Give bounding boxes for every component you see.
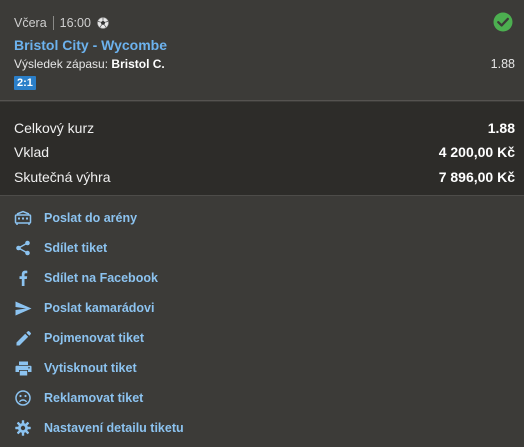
arena-icon [14,209,32,227]
facebook-icon [14,269,32,287]
send-icon [14,299,32,317]
total-odds-label: Celkový kurz [14,120,95,136]
pencil-icon [14,329,32,347]
action-label: Reklamovat tiket [44,391,144,405]
result-pick: Bristol C. [111,57,165,71]
ticket-detail-settings-button[interactable]: Nastavení detailu tiketu [14,417,314,439]
action-label: Sdílet na Facebook [44,271,158,285]
rename-ticket-button[interactable]: Pojmenovat tiket [14,327,314,349]
claim-ticket-button[interactable]: Reklamovat tiket [14,387,314,409]
share-icon [14,239,32,257]
summary-stake: Vklad 4 200,00 Kč [14,142,515,162]
action-label: Sdílet tiket [44,241,108,255]
gear-icon [14,419,32,437]
ticket-summary: Celkový kurz 1.88 Vklad 4 200,00 Kč Skut… [0,102,524,196]
send-to-arena-button[interactable]: Poslat do arény [14,207,314,229]
score-badge: 2:1 [14,76,36,90]
summary-win: Skutečná výhra 7 896,00 Kč [14,167,515,187]
check-circle-icon [493,12,513,32]
action-label: Nastavení detailu tiketu [44,421,184,435]
share-ticket-button[interactable]: Sdílet tiket [14,237,314,259]
bet-day: Včera [14,16,47,30]
ticket-actions: Poslat do arény Sdílet tiket Sdílet na F… [0,197,524,447]
action-label: Pojmenovat tiket [44,331,145,345]
bet-row: Včera 16:00 Bristol City - Wycombe Výsle… [0,0,524,101]
bet-odd: 1.88 [490,57,515,71]
print-ticket-button[interactable]: Vytisknout tiket [14,357,314,379]
action-label: Vytisknout tiket [44,361,137,375]
total-odds-value: 1.88 [487,120,515,136]
result-label: Výsledek zápasu: [14,57,109,71]
win-value: 7 896,00 Kč [438,169,515,185]
meta-divider [52,16,54,30]
send-to-friend-button[interactable]: Poslat kamarádovi [14,297,314,319]
bet-time: 16:00 [59,16,91,30]
bet-selection: Výsledek zápasu: Bristol C. [14,57,165,71]
stake-value: 4 200,00 Kč [438,144,515,160]
printer-icon [14,359,32,377]
sad-face-icon [14,389,32,407]
stake-label: Vklad [14,144,50,160]
action-label: Poslat do arény [44,211,138,225]
match-name-link[interactable]: Bristol City - Wycombe [14,37,167,53]
share-facebook-button[interactable]: Sdílet na Facebook [14,267,314,289]
soccer-ball-icon [97,17,109,29]
ticket-card: Včera 16:00 Bristol City - Wycombe Výsle… [0,0,524,447]
action-label: Poslat kamarádovi [44,301,155,315]
win-label: Skutečná výhra [14,169,111,185]
bet-meta: Včera 16:00 [14,15,109,31]
summary-total-odds: Celkový kurz 1.88 [14,118,515,138]
